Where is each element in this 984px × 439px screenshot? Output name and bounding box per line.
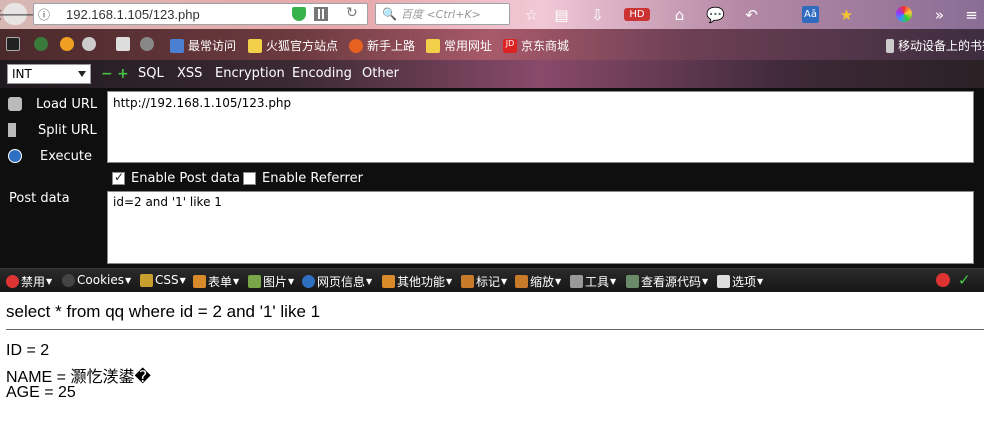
- tools-icon: [570, 275, 583, 288]
- info-icon[interactable]: ⓘ: [34, 6, 54, 23]
- enable-post-checkbox[interactable]: Enable Post data: [112, 170, 240, 186]
- reload-icon[interactable]: ↻: [346, 5, 358, 21]
- web-developer-toolbar: 禁用 ▼ Cookies ▼ CSS ▼ 表单 ▼ 图片 ▼ 网页信息 ▼ 其他功能 ▼ 标记…: [0, 268, 984, 292]
- sql-query-text: select * from qq where id = 2 and '1' li…: [6, 302, 321, 321]
- result-age: AGE = 25: [6, 384, 76, 401]
- sync-icon[interactable]: [140, 37, 158, 51]
- addon-icon[interactable]: [82, 37, 100, 51]
- page-content: select * from qq where id = 2 and '1' li…: [0, 292, 984, 439]
- bookmark-common-sites[interactable]: 常用网址: [426, 37, 492, 54]
- star-icon[interactable]: ☆: [523, 6, 540, 24]
- folder-icon: [248, 38, 262, 53]
- error-icon[interactable]: [936, 273, 952, 287]
- color-wheel-icon[interactable]: [896, 6, 912, 22]
- lightning-icon[interactable]: [60, 37, 78, 51]
- address-bar[interactable]: ⓘ 192.168.1.105/123.php ↻: [33, 3, 368, 25]
- menu-tools[interactable]: 工具 ▼: [570, 273, 616, 290]
- post-data-textarea[interactable]: id=2 and '1' like 1: [107, 191, 974, 264]
- misc-icon: [382, 275, 395, 288]
- folder-icon: [426, 38, 440, 53]
- pencil-icon: [461, 275, 474, 288]
- play-icon: [8, 149, 22, 163]
- menu-images[interactable]: 图片 ▼: [248, 273, 294, 290]
- back-arrow-icon: 🡐: [0, 5, 37, 24]
- chat-icon[interactable]: 💬: [706, 6, 725, 24]
- translate-icon[interactable]: Aā: [802, 6, 819, 23]
- menu-xss[interactable]: XSS: [177, 66, 202, 81]
- split-icon: [8, 123, 16, 137]
- divider: [6, 329, 984, 330]
- search-placeholder: 百度 <Ctrl+K>: [400, 8, 481, 21]
- navigation-toolbar: 🡐 ⓘ 192.168.1.105/123.php ↻ 🔍 百度 <Ctrl+K…: [0, 0, 984, 29]
- execute-button[interactable]: Execute: [0, 147, 100, 165]
- menu-cookies[interactable]: Cookies ▼: [62, 273, 131, 287]
- hackbar-menu: INT − + SQL XSS Encryption Encoding Othe…: [0, 60, 984, 88]
- menu-disable[interactable]: 禁用 ▼: [6, 273, 52, 290]
- hd-video-icon[interactable]: HD: [624, 8, 650, 21]
- menu-misc[interactable]: 其他功能 ▼: [382, 273, 452, 290]
- back-button[interactable]: 🡐: [0, 3, 36, 25]
- undo-icon[interactable]: ↶: [743, 6, 760, 24]
- css-icon: [140, 273, 153, 287]
- firefox-icon: [349, 38, 363, 53]
- image-icon: [248, 275, 261, 288]
- menu-outline[interactable]: 标记 ▼: [461, 273, 507, 290]
- screen-icon[interactable]: [116, 37, 134, 51]
- hackbar-panel: Load URL Split URL Execute http://192.16…: [0, 88, 984, 268]
- search-input[interactable]: 🔍 百度 <Ctrl+K>: [375, 3, 510, 25]
- type-select[interactable]: INT: [7, 64, 91, 84]
- enable-referrer-checkbox[interactable]: Enable Referrer: [243, 171, 363, 186]
- options-icon: [717, 275, 730, 288]
- mobile-icon: [886, 38, 894, 53]
- decrease-button[interactable]: −: [101, 66, 113, 82]
- address-url: 192.168.1.105/123.php: [66, 6, 200, 22]
- bookmark-getting-started[interactable]: 新手上路: [349, 37, 415, 54]
- shield-icon[interactable]: [292, 7, 306, 21]
- overflow-icon[interactable]: »: [931, 6, 948, 24]
- result-id: ID = 2: [6, 342, 50, 359]
- menu-icon[interactable]: ≡: [963, 6, 980, 24]
- menu-encryption[interactable]: Encryption: [215, 66, 285, 81]
- post-data-label: Post data: [9, 191, 70, 206]
- extension-icon[interactable]: [34, 37, 52, 51]
- info-icon: [302, 275, 315, 288]
- form-icon: [193, 275, 206, 288]
- download-icon[interactable]: ⇩: [589, 6, 606, 24]
- valid-check-icon[interactable]: ✓: [958, 271, 971, 289]
- menu-other[interactable]: Other: [362, 66, 399, 81]
- menu-forms[interactable]: 表单 ▼: [193, 273, 239, 290]
- menu-css[interactable]: CSS ▼: [140, 273, 186, 287]
- menu-view-source[interactable]: 查看源代码 ▼: [626, 273, 708, 290]
- disable-icon: [6, 275, 19, 288]
- qr-code-icon[interactable]: [314, 7, 328, 21]
- checkbox-checked: [112, 170, 125, 185]
- favorites-icon[interactable]: ★: [838, 6, 855, 24]
- chevron-down-icon: [78, 71, 86, 77]
- load-icon: [8, 97, 22, 111]
- increase-button[interactable]: +: [117, 66, 129, 82]
- home-icon[interactable]: ⌂: [671, 6, 688, 24]
- bookmark-mobile[interactable]: 移动设备上的书签: [886, 37, 984, 54]
- load-url-button[interactable]: Load URL: [0, 95, 100, 113]
- menu-sql[interactable]: SQL: [138, 66, 164, 81]
- source-icon: [626, 275, 639, 288]
- menu-options[interactable]: 选项 ▼: [717, 273, 763, 290]
- split-url-button[interactable]: Split URL: [0, 121, 100, 139]
- url-textarea[interactable]: http://192.168.1.105/123.php: [107, 91, 974, 163]
- reading-list-icon[interactable]: ▤: [553, 6, 570, 24]
- bookmark-jd[interactable]: JD 京东商城: [503, 37, 569, 54]
- sp-icon[interactable]: [6, 37, 24, 51]
- bookmark-most-visited[interactable]: 最常访问: [170, 37, 236, 54]
- cookie-icon: [62, 273, 75, 287]
- menu-encoding[interactable]: Encoding: [292, 66, 352, 81]
- search-icon: [170, 38, 184, 53]
- menu-resize[interactable]: 缩放 ▼: [515, 273, 561, 290]
- resize-icon: [515, 275, 528, 288]
- bookmark-firefox-site[interactable]: 火狐官方站点: [248, 37, 338, 54]
- menu-page-info[interactable]: 网页信息 ▼: [302, 273, 372, 290]
- jd-icon: JD: [503, 38, 517, 53]
- search-icon: 🔍: [382, 7, 397, 21]
- checkbox-unchecked: [243, 172, 256, 185]
- bookmarks-toolbar: 最常访问 火狐官方站点 新手上路 常用网址 JD京东商城 移动设备上的书签: [0, 29, 984, 60]
